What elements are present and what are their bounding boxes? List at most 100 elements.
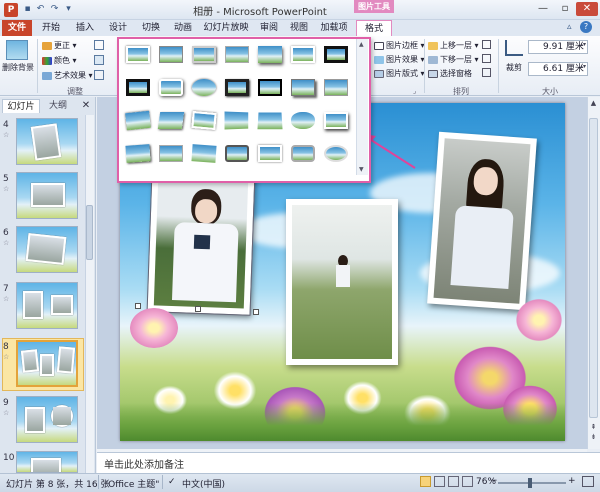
picture-style-option[interactable] [123,109,153,133]
ribbon-collapse-icon[interactable]: ▵ [567,22,572,32]
picture-style-option[interactable] [255,142,285,166]
picture-style-option[interactable] [222,109,252,133]
picture-style-option[interactable] [156,109,186,133]
remove-background-icon[interactable] [6,40,28,60]
tab-outline[interactable]: 大纲 [41,99,75,113]
dialog-launcher-icon[interactable]: ⌟ [413,87,416,95]
tab-slides[interactable]: 幻灯片 [2,99,40,113]
corrections-button[interactable]: 更正 ▾ [42,40,77,51]
picture-style-option[interactable] [288,43,318,67]
slide-thumbnail-6[interactable] [16,226,78,273]
send-backward-button[interactable]: 下移一层 ▾ [428,54,479,65]
width-spinner-icon[interactable]: ▴▾ [580,63,586,70]
panel-scrollbar[interactable] [85,115,94,473]
color-button[interactable]: 颜色 ▾ [42,55,77,66]
close-icon[interactable]: ✕ [576,2,598,16]
picture-style-option[interactable] [189,43,219,67]
picture-layout-button[interactable]: 图片版式 ▾ [374,68,425,79]
slide-sorter-icon[interactable] [434,476,445,487]
tab-slideshow[interactable]: 幻灯片放映 [200,20,252,36]
panel-scrollbar-thumb[interactable] [86,205,93,260]
picture-border-button[interactable]: 图片边框 ▾ [374,40,425,51]
picture-style-option[interactable] [288,109,318,133]
panel-close-icon[interactable]: ✕ [80,99,92,113]
picture-style-option[interactable] [156,43,186,67]
reading-view-icon[interactable] [448,476,459,487]
crop-icon[interactable] [505,40,523,56]
picture-style-option[interactable] [255,109,285,133]
picture-style-option[interactable] [222,142,252,166]
artistic-effects-button[interactable]: 艺术效果 ▾ [42,70,93,81]
tab-addins[interactable]: 加载项 [316,20,352,36]
picture-style-option[interactable] [255,43,285,67]
theme-status[interactable]: "Office 主题" [104,477,159,490]
zoom-slider[interactable] [498,482,566,484]
tab-view[interactable]: 视图 [285,20,313,36]
save-icon[interactable]: ▪ [21,3,34,16]
slide-thumbnail-4[interactable] [16,118,78,165]
picture-style-option[interactable] [222,76,252,100]
picture-style-option[interactable] [222,43,252,67]
normal-view-icon[interactable] [420,476,431,487]
crop-button[interactable]: 裁剪 [506,62,522,73]
photo-frame-center[interactable] [286,199,398,365]
tab-animations[interactable]: 动画 [168,20,198,36]
minimize-icon[interactable]: — [532,2,554,16]
align-icon[interactable] [482,40,491,49]
change-picture-icon[interactable] [94,55,104,65]
picture-style-option[interactable] [321,109,351,133]
picture-style-option[interactable] [156,76,186,100]
picture-style-option[interactable] [288,142,318,166]
redo-icon[interactable]: ↷ [48,3,61,16]
gallery-scrollbar[interactable] [356,39,368,175]
compress-pictures-icon[interactable] [94,40,104,50]
tab-insert[interactable]: 插入 [70,20,100,36]
slide-thumbnail-5[interactable] [16,172,78,219]
height-input[interactable]: 9.91 厘米 [528,40,588,54]
picture-style-option[interactable] [123,76,153,100]
tab-transitions[interactable]: 切换 [136,20,166,36]
slide-thumbnail-7[interactable] [16,282,78,329]
reset-picture-icon[interactable] [94,70,104,80]
height-spinner-icon[interactable]: ▴▾ [580,41,586,48]
remove-background-button[interactable]: 删除背景 [2,62,34,73]
tab-file[interactable]: 文件 [2,20,32,36]
slideshow-view-icon[interactable] [462,476,473,487]
slide-thumbnail-9[interactable] [16,396,78,443]
slide-thumbnail-10[interactable] [16,451,78,473]
maximize-icon[interactable]: ▫ [554,2,576,16]
picture-style-option[interactable] [189,109,219,133]
picture-style-option[interactable] [189,142,219,166]
bring-forward-button[interactable]: 上移一层 ▾ [428,40,479,51]
spellcheck-icon[interactable]: ✓ [168,477,176,487]
gallery-scroll-down-icon[interactable]: ▼ [359,166,364,173]
resize-handle[interactable] [253,309,259,315]
tab-home[interactable]: 开始 [36,20,66,36]
scroll-up-icon[interactable]: ▲ [589,99,598,108]
slide-thumbnail-8[interactable] [16,340,78,387]
selection-pane-button[interactable]: 选择窗格 [428,68,472,79]
resize-handle[interactable] [195,306,201,312]
powerpoint-logo-icon[interactable]: P [4,3,18,17]
next-slide-icon[interactable]: ⇟ [589,433,598,442]
picture-style-option[interactable] [321,43,351,67]
picture-style-option[interactable] [156,142,186,166]
resize-handle[interactable] [135,303,141,309]
prev-slide-icon[interactable]: ⇞ [589,423,598,432]
undo-icon[interactable]: ↶ [34,3,47,16]
selected-photo-frame[interactable] [146,170,256,316]
picture-effects-button[interactable]: 图片效果 ▾ [374,54,425,65]
width-input[interactable]: 6.61 厘米 [528,62,588,76]
tab-design[interactable]: 设计 [103,20,133,36]
zoom-slider-knob[interactable] [528,478,532,488]
photo-frame-right[interactable] [427,131,537,311]
fit-to-window-icon[interactable] [582,476,594,487]
picture-style-option[interactable] [288,76,318,100]
picture-style-option[interactable] [123,43,153,67]
picture-style-option[interactable] [255,76,285,100]
tab-review[interactable]: 审阅 [255,20,283,36]
picture-style-option[interactable] [321,76,351,100]
vertical-scroll-thumb[interactable] [589,118,598,418]
group-icon[interactable] [482,54,491,63]
customize-icon[interactable]: ▾ [62,3,75,16]
